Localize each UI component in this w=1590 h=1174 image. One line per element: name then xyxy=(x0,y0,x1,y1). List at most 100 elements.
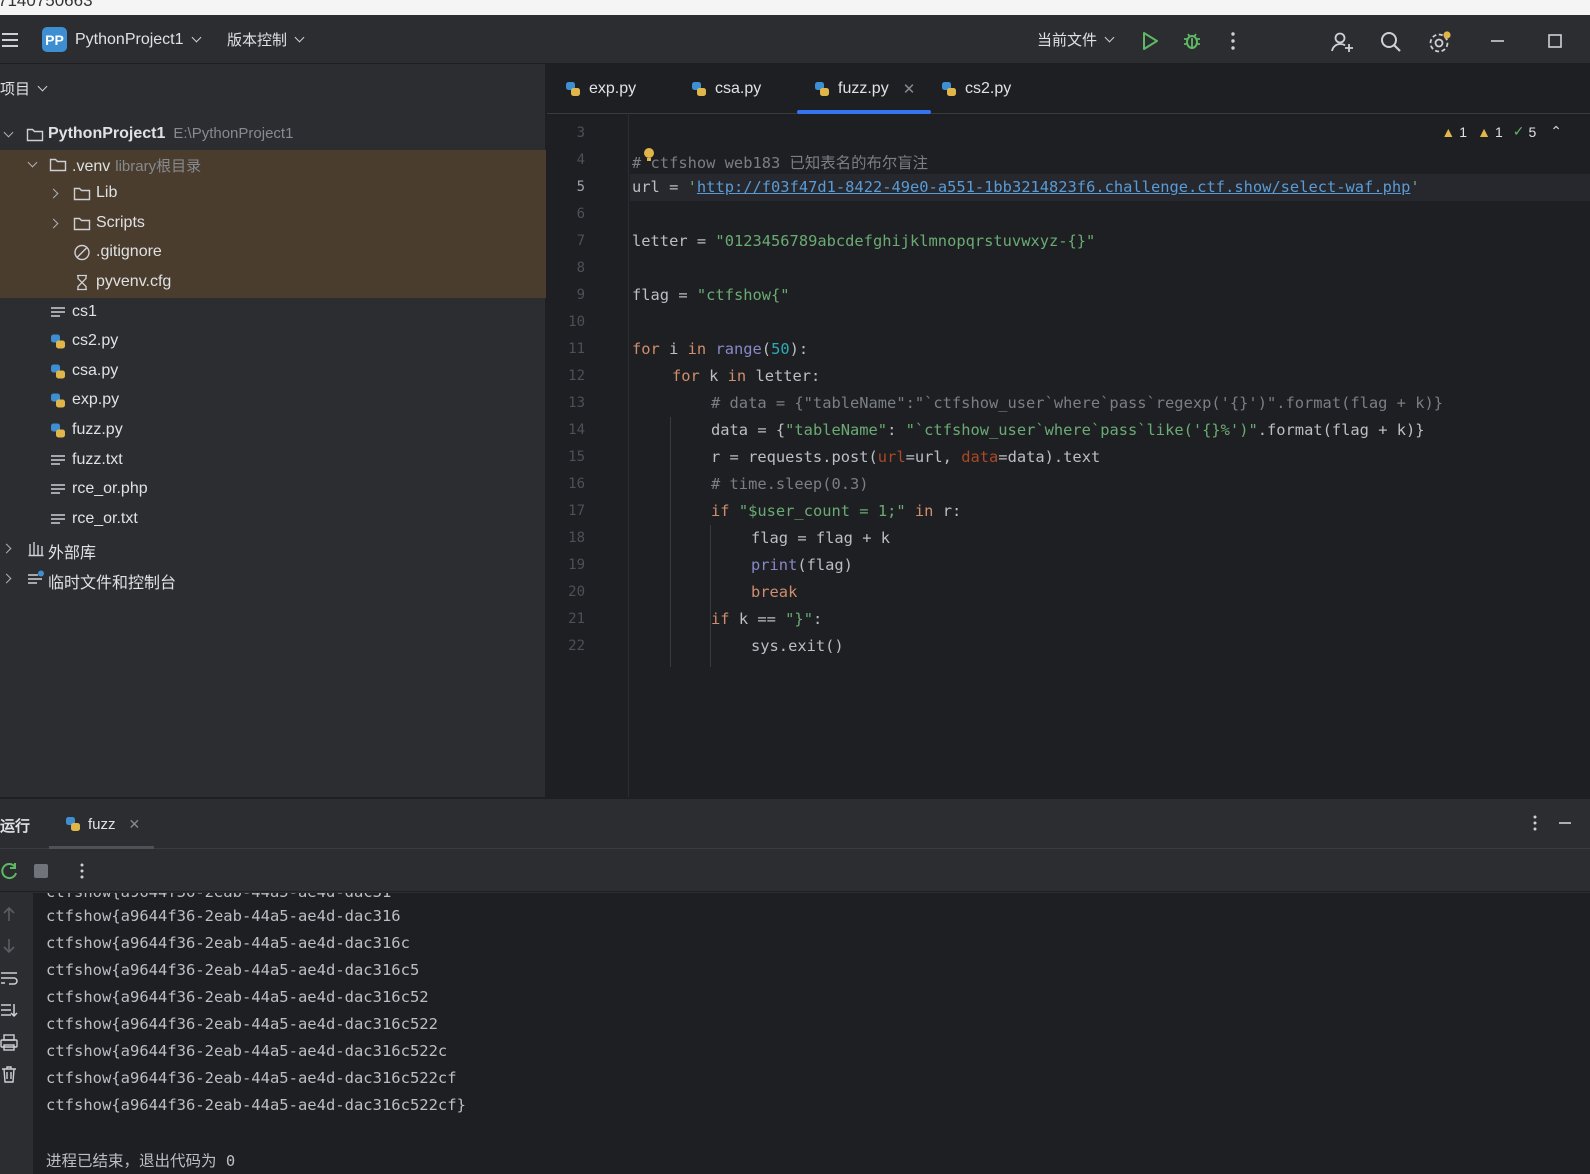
root-folder-path: E:\PythonProject1 xyxy=(173,125,294,142)
run-config-selector[interactable]: 当前文件 xyxy=(1037,15,1115,64)
tree-item-file[interactable]: rce_or.php xyxy=(0,475,546,505)
print-icon[interactable] xyxy=(0,1033,18,1051)
tree-item-gitignore[interactable]: .gitignore xyxy=(0,238,546,268)
chevron-right-icon[interactable] xyxy=(48,188,59,199)
stop-icon[interactable] xyxy=(33,863,49,879)
tree-item-external-libs[interactable]: 外部库 xyxy=(0,534,546,564)
chevron-down-icon[interactable] xyxy=(27,157,38,168)
close-icon[interactable]: ✕ xyxy=(903,80,916,98)
line-number: 15 xyxy=(568,449,585,465)
window-title-strip: 7140750663 xyxy=(0,0,1590,15)
console-line: ctfshow{a9644f36-2eab-44a5-ae4d-dac316c xyxy=(46,934,410,952)
console-line: ctfshow{a9644f36-2eab-44a5-ae4d-dac316c5… xyxy=(46,1015,438,1033)
code-token: (flag) xyxy=(797,556,853,574)
tab-cs2-py[interactable]: cs2.py xyxy=(940,64,1011,114)
python-file-icon xyxy=(66,817,80,831)
tree-item-file[interactable]: cs2.py xyxy=(0,327,546,357)
run-tab-fuzz[interactable]: fuzz ✕ xyxy=(49,799,155,849)
tree-item-scratches[interactable]: 临时文件和控制台 xyxy=(0,564,546,594)
add-user-icon[interactable] xyxy=(1330,30,1354,54)
tree-item-file[interactable]: exp.py xyxy=(0,386,546,416)
code-token: =data).text xyxy=(998,448,1101,466)
tree-item-file[interactable]: cs1 xyxy=(0,298,546,328)
inspection-widget[interactable]: ▲ 1 ▲ 1 ✓ 5 ⌃ xyxy=(1441,123,1562,140)
trash-icon[interactable] xyxy=(0,1065,18,1083)
indent-guide xyxy=(710,525,711,667)
chevron-right-icon[interactable] xyxy=(1,543,12,554)
tree-item-pyvenv[interactable]: pyvenv.cfg xyxy=(0,268,546,298)
tree-item-file[interactable]: csa.py xyxy=(0,357,546,387)
line-number: 17 xyxy=(568,503,585,519)
settings-icon[interactable] xyxy=(1427,30,1453,56)
line-number-current: 5 xyxy=(576,179,585,195)
warning-icon: ▲ xyxy=(1441,123,1456,140)
tree-item-file[interactable]: fuzz.txt xyxy=(0,446,546,476)
lightbulb-icon[interactable] xyxy=(643,147,655,163)
minimize-icon[interactable] xyxy=(1487,30,1509,52)
tree-item-file[interactable]: rce_or.txt xyxy=(0,505,546,535)
soft-wrap-icon[interactable] xyxy=(0,969,18,987)
maximize-icon[interactable] xyxy=(1545,30,1567,52)
console-output[interactable]: ctfshow{a9644f36-2eab-44a5-ae4d-dac31 ct… xyxy=(33,893,1590,1174)
code-line: sys.exit() xyxy=(751,637,844,655)
code-line: data = {"tableName": "`ctfshow_user`wher… xyxy=(711,421,1425,439)
chevron-down-icon xyxy=(191,32,201,43)
debug-icon[interactable] xyxy=(1181,30,1203,52)
chevron-down-icon xyxy=(1104,32,1115,43)
more-icon[interactable] xyxy=(1222,30,1244,52)
tree-item-scripts[interactable]: Scripts xyxy=(0,208,546,239)
close-icon[interactable]: ✕ xyxy=(129,816,141,833)
tree-item-label: rce_or.txt xyxy=(72,509,138,527)
minimize-panel-icon[interactable] xyxy=(1556,814,1574,832)
console-line: ctfshow{a9644f36-2eab-44a5-ae4d-dac316c5… xyxy=(46,1096,466,1114)
text-file-icon xyxy=(51,306,65,317)
hamburger-icon[interactable] xyxy=(0,15,20,64)
code-line: print(flag) xyxy=(751,556,853,574)
folder-icon xyxy=(26,128,44,142)
project-panel-header[interactable]: 项目 xyxy=(0,78,48,99)
tab-csa-py[interactable]: csa.py xyxy=(690,64,761,114)
console-line: ctfshow{a9644f36-2eab-44a5-ae4d-dac316c5… xyxy=(46,1069,457,1087)
vcs-menu[interactable]: 版本控制 xyxy=(227,15,305,64)
editor-tab-bar: exp.py csa.py fuzz.py ✕ cs2.py xyxy=(547,64,1590,114)
chevron-up-icon[interactable]: ⌃ xyxy=(1550,123,1562,140)
python-file-icon xyxy=(692,82,706,96)
rerun-icon[interactable] xyxy=(0,861,20,881)
tree-item-label: rce_or.php xyxy=(72,480,148,498)
chevron-right-icon[interactable] xyxy=(48,218,59,229)
code-area[interactable]: ▲ 1 ▲ 1 ✓ 5 ⌃ # ctfshow web183 已知表名的布尔盲注 ur… xyxy=(630,115,1590,797)
main-toolbar: PP PythonProject1 版本控制 当前文件 xyxy=(0,15,1590,64)
tree-item-lib[interactable]: Lib xyxy=(0,179,546,209)
python-file-icon xyxy=(51,334,65,349)
arrow-up-icon[interactable] xyxy=(0,905,18,923)
code-token: "$user_count = 1;" xyxy=(738,502,906,520)
console-line: ctfshow{a9644f36-2eab-44a5-ae4d-dac316c5… xyxy=(46,988,429,1006)
code-token: url xyxy=(877,448,906,466)
text-file-icon xyxy=(51,514,65,524)
indent-guide xyxy=(670,417,671,667)
scroll-to-end-icon[interactable] xyxy=(0,1001,18,1019)
weak-warning-count: 1 xyxy=(1494,123,1503,140)
code-token: data xyxy=(961,448,999,466)
line-number: 6 xyxy=(576,206,585,222)
chevron-down-icon[interactable] xyxy=(3,127,14,138)
tree-item-file[interactable]: fuzz.py xyxy=(0,416,546,446)
tab-fuzz-py[interactable]: fuzz.py ✕ xyxy=(797,64,932,114)
code-url[interactable]: http://f03f47d1-8422-49e0-a551-1bb321482… xyxy=(697,178,1410,196)
code-line: flag = flag + k xyxy=(751,529,890,547)
tree-item-venv[interactable]: .venv library根目录 xyxy=(0,149,546,180)
arrow-down-icon[interactable] xyxy=(0,937,18,955)
code-line: # data = {"tableName":"`ctfshow_user`whe… xyxy=(711,394,1444,412)
run-icon[interactable] xyxy=(1139,30,1161,52)
tree-item-root[interactable]: PythonProject1 E:\PythonProject1 xyxy=(0,120,546,150)
tree-item-label: cs1 xyxy=(72,302,97,320)
code-token: =url, xyxy=(905,448,962,466)
console-exit-line: 进程已结束，退出代码为 0 xyxy=(46,1152,236,1170)
search-icon[interactable] xyxy=(1379,30,1403,54)
tab-label: exp.py xyxy=(589,80,637,97)
project-switcher[interactable]: PP PythonProject1 xyxy=(42,15,201,64)
more-icon[interactable] xyxy=(1526,814,1544,832)
chevron-right-icon[interactable] xyxy=(1,573,12,584)
more-icon[interactable] xyxy=(74,861,90,881)
tab-exp-py[interactable]: exp.py xyxy=(564,64,636,114)
